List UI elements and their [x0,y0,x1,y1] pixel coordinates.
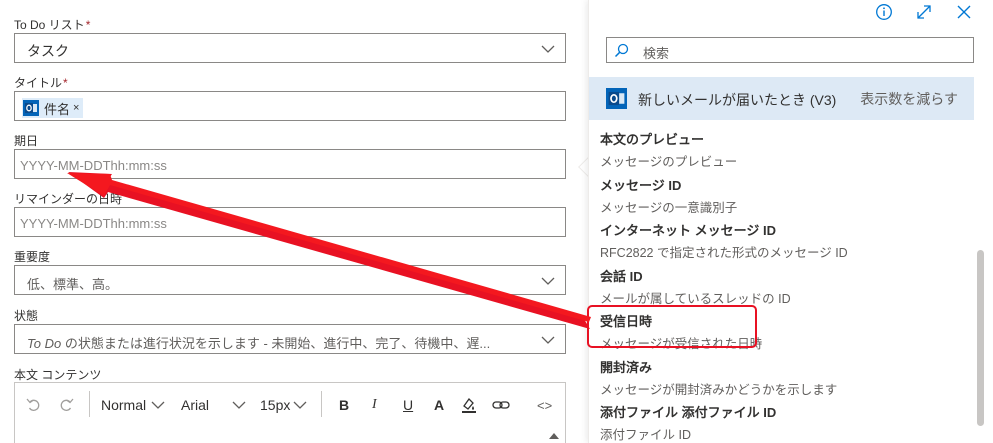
reminder-input[interactable]: YYYY-MM-DDThh:mm:ss [14,207,566,237]
dynamic-content-panel: 検索 新しいメールが届いたとき (V3) 表示数を減らす 本文のプレビュー メッ… [588,0,993,443]
title-token[interactable]: 件名 × [22,98,84,118]
undo-icon [26,398,40,411]
close-icon[interactable] [955,3,973,21]
todo-action-form: To Do リスト* タスク タイトル* 件名 × 期日 YYYY-MM-DDT… [0,0,580,443]
todo-list-label: To Do リスト* [14,18,91,32]
link-icon [492,401,510,409]
outlook-icon [23,100,39,116]
token-remove-button[interactable]: × [73,102,79,114]
body-rich-text-editor[interactable]: Normal Arial 15px B I U A <> [14,382,566,443]
undo-button[interactable] [25,395,43,415]
dynamic-content-item[interactable]: 添付ファイル 添付ファイル ID 添付ファイル ID [600,402,960,443]
trigger-section-header: 新しいメールが届いたとき (V3) 表示数を減らす [589,77,974,120]
code-view-button[interactable]: <> [537,395,552,415]
highlight-icon [462,397,476,413]
italic-button[interactable]: I [372,395,377,415]
title-token-label: 件名 [44,101,71,117]
due-date-input[interactable]: YYYY-MM-DDThh:mm:ss [14,149,566,179]
format-select[interactable]: Normal [101,395,166,415]
redo-icon [60,398,74,411]
title-label: タイトル* [14,76,68,90]
due-date-placeholder: YYYY-MM-DDThh:mm:ss [20,158,167,173]
highlight-button[interactable] [460,395,478,415]
font-select[interactable]: Arial [181,395,247,415]
editor-resize-handle[interactable] [549,433,559,439]
status-placeholder: To Do の状態または進行状況を示します - 未開始、進行中、完了、待機中、遅… [27,336,491,351]
font-size-select[interactable]: 15px [260,395,308,415]
underline-button[interactable]: U [403,395,413,415]
search-placeholder: 検索 [643,46,670,61]
expand-icon[interactable] [915,3,933,21]
importance-placeholder: 低、標準、高。 [27,277,119,292]
importance-dropdown[interactable]: 低、標準、高。 [14,265,566,295]
dynamic-content-item[interactable]: 開封済み メッセージが開封済みかどうかを示します [600,357,960,398]
font-color-button[interactable]: A [434,395,444,415]
link-button[interactable] [491,395,511,415]
info-icon[interactable] [875,3,893,21]
show-less-link[interactable]: 表示数を減らす [860,89,958,109]
bold-button[interactable]: B [339,395,349,415]
title-input[interactable]: 件名 × [14,91,566,121]
chevron-down-icon [541,336,555,344]
status-dropdown[interactable]: To Do の状態または進行状況を示します - 未開始、進行中、完了、待機中、遅… [14,324,566,354]
chevron-down-icon [151,401,165,409]
highlight-box [587,305,757,348]
due-date-label: 期日 [14,134,39,148]
dynamic-content-item[interactable]: インターネット メッセージ ID RFC2822 で指定された形式のメッセージ … [600,220,960,261]
body-content-label: 本文 コンテンツ [14,368,102,382]
reminder-placeholder: YYYY-MM-DDThh:mm:ss [20,216,167,231]
chevron-down-icon [541,45,555,53]
todo-list-value: タスク [27,43,69,59]
reminder-label: リマインダーの日時 [14,192,123,206]
scrollbar-thumb[interactable] [977,250,984,426]
status-label: 状態 [14,309,39,323]
dynamic-content-item[interactable]: 会話 ID メールが属しているスレッドの ID [600,266,960,307]
trigger-title: 新しいメールが届いたとき (V3) [638,92,837,108]
dynamic-content-item[interactable]: メッセージ ID メッセージの一意識別子 [600,175,960,216]
dynamic-content-item[interactable]: 本文のプレビュー メッセージのプレビュー [600,129,960,170]
chevron-down-icon [541,277,555,285]
toolbar-divider [321,391,322,417]
search-input[interactable]: 検索 [606,37,974,63]
todo-list-dropdown[interactable]: タスク [14,33,566,63]
outlook-icon [606,88,627,109]
importance-label: 重要度 [14,250,51,264]
search-icon [614,43,629,58]
chevron-down-icon [293,401,307,409]
toolbar-divider [89,391,90,417]
chevron-down-icon [232,401,246,409]
redo-button[interactable] [57,395,75,415]
